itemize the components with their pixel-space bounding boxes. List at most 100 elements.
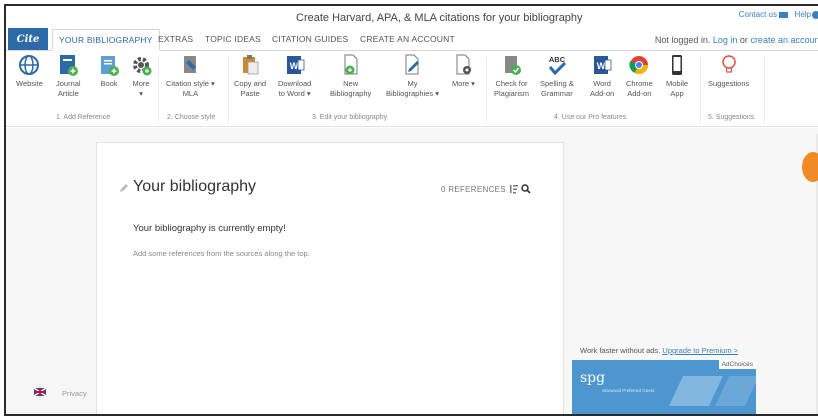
chrome-icon (629, 56, 649, 75)
chrome-addon-label-line1: Chrome (626, 79, 653, 88)
document-settings-icon (456, 54, 472, 75)
journal-icon (60, 55, 79, 76)
login-or: or (737, 35, 751, 45)
word-icon: W (594, 56, 612, 74)
ad-graphic (715, 376, 756, 406)
group-label-suggestions: 5. Suggestions (708, 114, 755, 121)
contact-us-link[interactable]: Contact us (739, 10, 788, 19)
svg-text:W: W (597, 61, 606, 71)
copy-paste-label-line2: Paste (240, 89, 260, 98)
my-bibliographies-label-line1: My (407, 79, 418, 88)
add-journal-article-button[interactable]: Journal Article (56, 54, 81, 99)
bibliography-card: Your bibliography 0 REFERENCES Your bibl… (96, 142, 564, 414)
help-label[interactable]: Help (795, 10, 811, 19)
my-bibliographies-button[interactable]: My Bibliographies ▾ (386, 54, 439, 99)
spellcheck-icon: ABC (548, 55, 566, 76)
add-book-button[interactable]: Book (98, 54, 120, 89)
book-icon (101, 56, 119, 76)
ribbon-divider (700, 57, 701, 123)
suggestions-label: Suggestions (708, 79, 750, 88)
svg-text:W: W (289, 61, 298, 71)
upgrade-text: Work faster without ads. (580, 346, 663, 355)
citation-style-label: Citation style ▾ (166, 79, 215, 88)
ad-brand-logo: spg (580, 370, 606, 386)
search-icon[interactable] (521, 184, 531, 194)
contact-us-label[interactable]: Contact us (739, 10, 777, 19)
help-link[interactable]: Help (795, 10, 818, 19)
spelling-label-line1: Spelling & (540, 79, 574, 88)
upgrade-link[interactable]: Upgrade to Premium > (662, 346, 738, 355)
sort-icon[interactable] (509, 183, 519, 195)
bibliography-title[interactable]: Your bibliography (133, 178, 256, 196)
plagiarism-check-button[interactable]: Check for Plagiarism (494, 54, 529, 99)
download-word-label-line1: Download (278, 79, 312, 88)
tab-extras[interactable]: EXTRAS (158, 34, 193, 44)
more-sources-button[interactable]: More ▾ (130, 54, 152, 99)
word-addon-button[interactable]: W Word Add-on (590, 54, 614, 99)
chrome-addon-label-line2: Add-on (627, 89, 652, 98)
uk-flag-icon[interactable] (34, 388, 46, 396)
mobile-icon (672, 55, 683, 75)
logo[interactable]: Cite (8, 28, 48, 50)
more-edit-options-button[interactable]: More ▾ (452, 54, 475, 89)
copy-paste-button[interactable]: Copy and Paste (234, 54, 266, 99)
new-bibliography-label-line2: Bibliography (330, 89, 372, 98)
feedback-bubble[interactable] (802, 152, 818, 182)
tab-citation-guides[interactable]: CITATION GUIDES (272, 34, 348, 44)
journal-article-label-line1: Journal (56, 79, 81, 88)
mobile-app-label-line1: Mobile (666, 79, 689, 88)
more-sources-caret: ▾ (139, 89, 143, 98)
globe-icon (19, 55, 40, 75)
clipboard-icon (243, 55, 259, 75)
ad-graphic (669, 376, 723, 406)
plagiarism-label-line2: Plagiarism (494, 89, 530, 98)
group-label-add-reference: 1. Add Reference (56, 114, 111, 121)
add-website-label: Website (16, 79, 43, 88)
plagiarism-label-line1: Check for (495, 79, 528, 88)
mobile-app-button[interactable]: Mobile App (666, 54, 688, 99)
new-bibliography-label-line1: New (343, 79, 359, 88)
chrome-addon-button[interactable]: Chrome Add-on (626, 54, 653, 99)
new-bibliography-button[interactable]: New Bibliography (330, 54, 371, 99)
login-status: Not logged in. Log in or create an accou… (655, 35, 818, 45)
browser-frame: Create Harvard, APA, & MLA citations for… (4, 4, 818, 416)
download-word-label-line2: to Word ▾ (278, 89, 311, 98)
ad-brand-subtitle: Starwood Preferred Guest (602, 388, 655, 393)
suggestions-button[interactable]: Suggestions (708, 54, 749, 89)
ribbon-divider (764, 57, 765, 123)
lightbulb-icon (721, 55, 736, 73)
advertisement-banner[interactable]: AdChoices spg Starwood Preferred Guest (572, 360, 756, 414)
new-document-icon (344, 54, 358, 75)
spelling-grammar-button[interactable]: ABC Spelling & Grammar (540, 54, 574, 99)
add-book-label: Book (100, 79, 118, 88)
word-addon-label-line1: Word (593, 79, 611, 88)
group-label-edit-bibliography: 3. Edit your bibliography (312, 114, 388, 121)
gear-icon (133, 57, 152, 76)
upgrade-message: Work faster without ads. Upgrade to Prem… (580, 346, 738, 355)
ribbon-toolbar: Website Journal Article Book More ▾ 1. A… (6, 51, 818, 127)
copy-paste-label-line1: Copy and (234, 79, 267, 88)
page-title: Create Harvard, APA, & MLA citations for… (296, 12, 583, 24)
empty-state-title: Your bibliography is currently empty! (133, 223, 286, 234)
journal-article-label-line2: Article (57, 89, 79, 98)
create-account-link[interactable]: create an account (750, 35, 818, 45)
login-link[interactable]: Log in (713, 35, 738, 45)
pencil-icon[interactable] (119, 183, 129, 193)
tab-your-bibliography[interactable]: YOUR BIBLIOGRAPHY (52, 29, 160, 51)
download-word-button[interactable]: W Download to Word ▾ (278, 54, 311, 99)
ribbon-divider (486, 57, 487, 123)
ad-choices-label[interactable]: AdChoices (718, 360, 756, 369)
tab-topic-ideas[interactable]: TOPIC IDEAS (205, 34, 261, 44)
mail-icon (779, 11, 788, 18)
privacy-link[interactable]: Privacy (62, 389, 87, 398)
more-sources-label: More (132, 79, 150, 88)
more-edit-options-label: More ▾ (452, 79, 475, 88)
tab-create-account[interactable]: CREATE AN ACCOUNT (360, 34, 455, 44)
citation-style-button[interactable]: Citation style ▾ MLA (166, 54, 215, 99)
add-website-button[interactable]: Website (16, 54, 43, 89)
title-bar: Create Harvard, APA, & MLA citations for… (6, 6, 818, 28)
spellcheck-badge-text: ABC (549, 55, 566, 64)
help-icon (812, 10, 818, 19)
ribbon-divider (158, 57, 159, 123)
ribbon-divider (228, 57, 229, 123)
